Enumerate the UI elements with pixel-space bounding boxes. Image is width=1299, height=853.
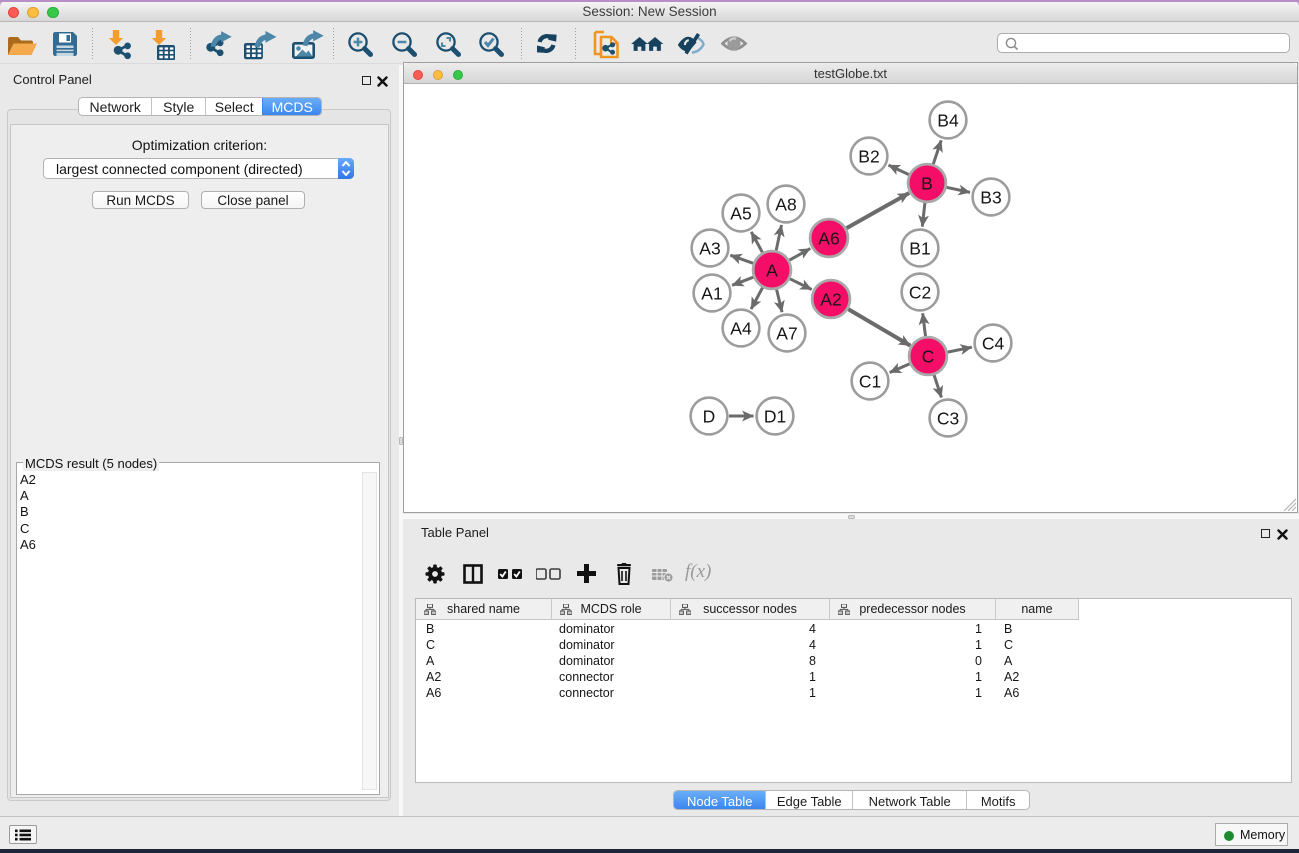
svg-text:A: A (766, 261, 778, 281)
svg-text:B3: B3 (980, 188, 1001, 208)
svg-text:C1: C1 (859, 372, 881, 392)
svg-text:D1: D1 (764, 407, 786, 427)
svg-text:B1: B1 (909, 239, 930, 259)
svg-text:A2: A2 (820, 290, 841, 310)
svg-text:A7: A7 (776, 324, 797, 344)
svg-text:C2: C2 (909, 283, 931, 303)
svg-text:A4: A4 (730, 319, 752, 339)
svg-text:A6: A6 (818, 229, 839, 249)
svg-text:C3: C3 (937, 409, 959, 429)
svg-text:B4: B4 (937, 111, 959, 131)
svg-text:A8: A8 (775, 195, 796, 215)
svg-text:A1: A1 (701, 284, 722, 304)
svg-text:A3: A3 (699, 239, 720, 259)
svg-text:C: C (922, 347, 935, 367)
svg-text:C4: C4 (982, 334, 1005, 354)
svg-text:B2: B2 (858, 147, 879, 167)
svg-text:B: B (921, 174, 933, 194)
svg-text:A5: A5 (730, 204, 751, 224)
svg-text:D: D (703, 407, 716, 427)
